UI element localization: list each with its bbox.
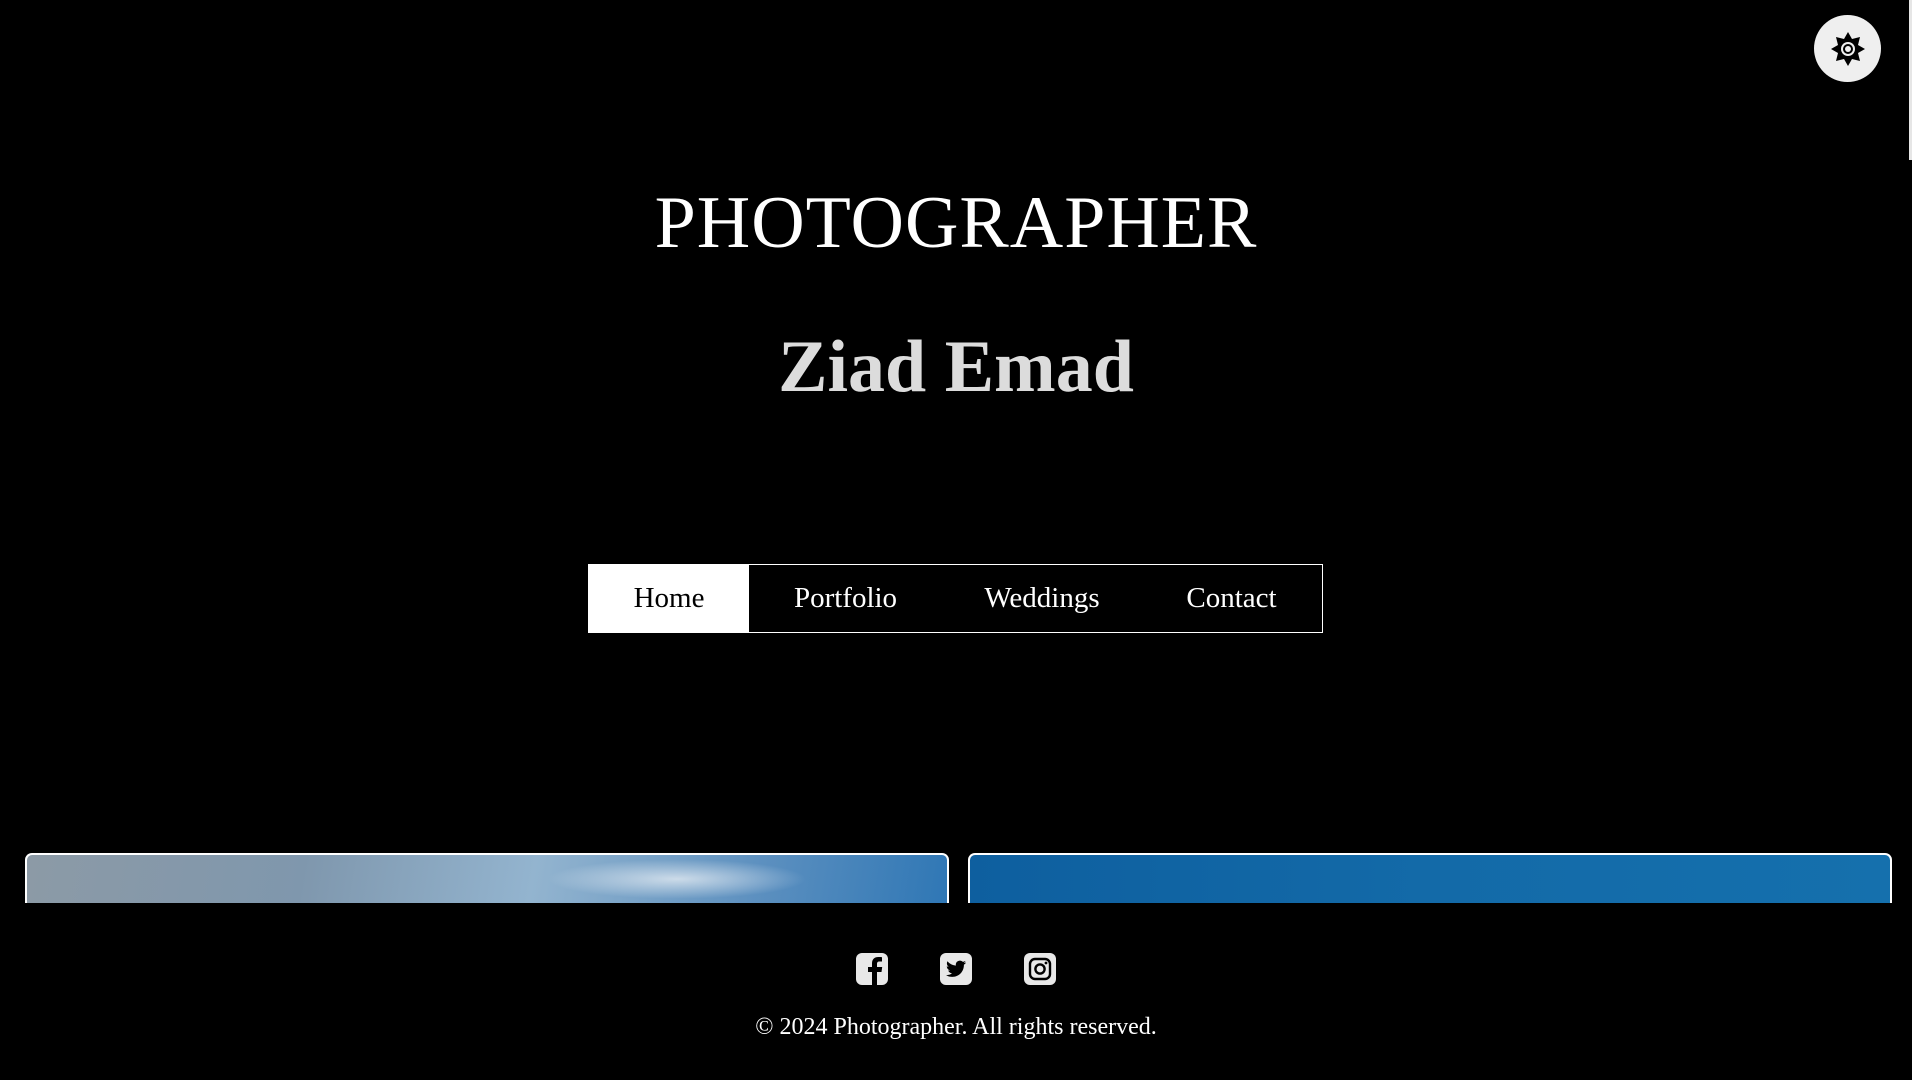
page: PHOTOGRAPHER Ziad Emad Home Portfolio We…: [0, 0, 1912, 1080]
nav-item-portfolio[interactable]: Portfolio: [749, 565, 942, 632]
main-nav: Home Portfolio Weddings Contact: [588, 564, 1323, 633]
twitter-icon: [940, 953, 972, 985]
instagram-icon: [1024, 953, 1056, 985]
nav-item-contact[interactable]: Contact: [1142, 565, 1321, 632]
gallery-card-blue[interactable]: [968, 853, 1892, 903]
nav-item-home[interactable]: Home: [589, 565, 749, 632]
facebook-link[interactable]: [855, 952, 889, 986]
site-title: PHOTOGRAPHER: [654, 182, 1258, 264]
social-links: [0, 952, 1912, 986]
copyright-text: © 2024 Photographer. All rights reserved…: [755, 1014, 1157, 1040]
nav-item-weddings[interactable]: Weddings: [942, 565, 1142, 632]
cloud-decoration: [547, 859, 807, 899]
gallery-card-sky[interactable]: [25, 853, 949, 903]
photographer-name: Ziad Emad: [778, 326, 1134, 408]
facebook-icon: [856, 953, 888, 985]
theme-toggle-button[interactable]: [1814, 15, 1881, 82]
twitter-link[interactable]: [939, 952, 973, 986]
footer: © 2024 Photographer. All rights reserved…: [0, 903, 1912, 1080]
sun-gear-icon: [1830, 31, 1865, 66]
instagram-link[interactable]: [1023, 952, 1057, 986]
